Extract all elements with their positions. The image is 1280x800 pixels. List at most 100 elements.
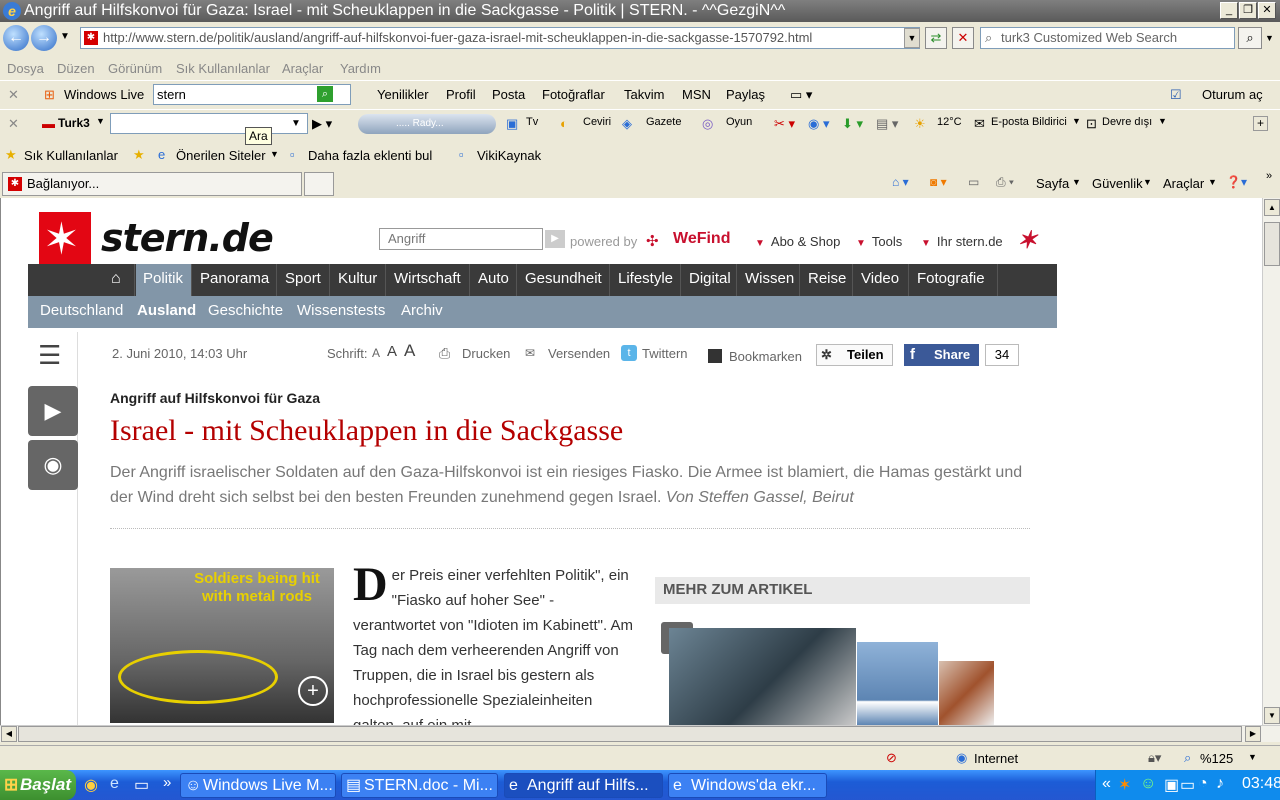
turk3-dropdown-icon[interactable]: ▼ [96,116,105,126]
zoom-icon[interactable]: + [298,676,328,706]
scroll-thumb[interactable] [1264,222,1280,266]
home-nav-icon[interactable]: ⌂ [108,264,135,296]
subnav-ausland[interactable]: Ausland [137,302,196,319]
rss-icon[interactable]: ◙ ▾ [930,175,947,189]
protected-mode-icon[interactable]: 🔒︎▾ [1148,750,1161,766]
nav-kultur[interactable]: Kultur [331,264,386,296]
article-image[interactable]: Soldiers being hit with metal rods + [110,568,334,723]
cmd-security[interactable]: Güvenlik [1092,176,1143,191]
subnav-deutschland[interactable]: Deutschland [40,302,123,319]
subnav-wissenstests[interactable]: Wissenstests [297,302,385,319]
nav-fotografie[interactable]: Fotografie [910,264,998,296]
suggested-dropdown-icon[interactable]: ▼ [270,149,279,159]
radio-player[interactable]: ..... Rady... [358,114,496,134]
abo-shop-link[interactable]: ▼ Abo & Shop [755,234,840,249]
site-logo-text[interactable]: stern.de [101,216,274,260]
checkbox-icon[interactable]: ☑ [1170,87,1182,103]
nav-gesundheit[interactable]: Gesundheit [518,264,610,296]
scroll-down-icon[interactable]: ▼ [1264,707,1280,724]
hamburger-menu-icon[interactable]: ☰ [38,342,61,368]
signin-link[interactable]: Oturum aç [1202,87,1263,102]
tools-link[interactable]: ▼ Tools [856,234,902,249]
tray-network-icon[interactable]: ▣ [1164,775,1179,795]
home-icon[interactable]: ⌂ ▾ [892,175,909,189]
nav-sport[interactable]: Sport [278,264,330,296]
print-icon[interactable]: ⎙ ▾ [996,175,1014,190]
gallery-image-2[interactable] [857,642,938,725]
tv-button[interactable]: Tv [526,116,538,128]
weather-temp[interactable]: 12°C [937,116,962,128]
windows-live-brand[interactable]: Windows Live [64,87,144,102]
security-dropdown-icon[interactable]: ▼ [1143,177,1152,187]
nav-wirtschaft[interactable]: Wirtschaft [387,264,470,296]
tray-wifi-icon[interactable]: ◔ [1198,775,1208,793]
address-bar[interactable]: ✱ http://www.stern.de/politik/ausland/an… [80,27,920,49]
subnav-archiv[interactable]: Archiv [401,302,443,319]
clock[interactable]: 03:48 [1242,775,1280,793]
add-toolbar-icon[interactable]: + [1253,116,1268,131]
live-item-share[interactable]: Paylaş [726,87,765,102]
scroll-up-icon[interactable]: ▲ [1264,199,1280,216]
wefind-logo[interactable]: WeFind [673,230,730,248]
task-ie-active[interactable]: e Angriff auf Hilfs... [504,773,663,798]
chevron-more-icon[interactable]: » [1266,170,1272,182]
live-item-calendar[interactable]: Takvim [624,87,664,102]
cmd-tools[interactable]: Araçlar [1163,176,1204,191]
nav-reise[interactable]: Reise [801,264,853,296]
nav-panorama[interactable]: Panorama [193,264,277,296]
live-item-news[interactable]: Yenilikler [377,87,429,102]
teilen-button[interactable]: ✲ Teilen [816,344,893,366]
gallery-image-3[interactable] [939,661,994,725]
download-icon[interactable]: ⬇ ▾ [842,116,863,132]
menu-view[interactable]: Görünüm [108,61,162,76]
search-options-icon[interactable]: ▼ [1265,33,1274,43]
tray-volume-icon[interactable]: ♪ [1216,775,1224,793]
stern-tv-logo-icon[interactable]: ✶ [1017,226,1037,255]
tray-expand-icon[interactable]: « [1102,775,1111,793]
scroll-left-icon[interactable]: ◀ [1,726,17,742]
subnav-geschichte[interactable]: Geschichte [208,302,283,319]
page-dropdown-icon[interactable]: ▼ [1072,177,1081,187]
mail-read-icon[interactable]: ▭ [968,175,979,189]
video-camera-icon[interactable]: ▶ [28,386,78,436]
drucken-link[interactable]: Drucken [462,346,510,361]
gallery-image-1[interactable] [669,628,856,725]
offline-button[interactable]: Devre dışı [1102,116,1152,128]
live-search-go-icon[interactable]: ⌕ [317,86,333,102]
offline-dropdown-icon[interactable]: ▼ [1158,116,1167,126]
start-button[interactable]: ⊞ Başlat [0,770,76,800]
stop-icon[interactable]: ✕ [952,27,974,49]
translate-button[interactable]: Ceviri [583,116,611,128]
toolbar-close-icon[interactable]: ✕ [8,116,19,132]
ihr-stern-link[interactable]: ▼ Ihr stern.de [921,234,1003,249]
mail-notifier[interactable]: E-posta Bildirici [991,116,1067,128]
menu-favorites[interactable]: Sık Kullanılanlar [176,61,270,76]
desktop-icon[interactable]: ▭ [134,775,149,795]
vertical-scrollbar[interactable]: ▲ ▼ [1262,198,1280,725]
search-input[interactable]: ⌕ turk3 Customized Web Search [980,27,1235,49]
address-dropdown-icon[interactable]: ▼ [904,28,920,48]
nav-video[interactable]: Video [854,264,909,296]
maximize-button[interactable]: ❐ [1239,2,1257,19]
zoom-level[interactable]: %125 [1200,751,1233,766]
live-item-profile[interactable]: Profil [446,87,476,102]
refresh-icon[interactable]: ⇄ [925,27,947,49]
tray-monitor-icon[interactable]: ▭ [1180,775,1195,795]
twittern-link[interactable]: Twittern [642,346,688,361]
site-search-go-icon[interactable]: ▶ [545,230,565,248]
tools-icon[interactable]: ✂ ▾ [774,116,795,132]
nav-lifestyle[interactable]: Lifestyle [611,264,681,296]
fav-more-addons[interactable]: Daha fazla eklenti bul [308,148,432,163]
popup-blocked-icon[interactable]: ⊘ [886,750,897,766]
tray-app-icon[interactable]: ✶ [1118,775,1131,795]
help-icon[interactable]: ❓▾ [1226,175,1247,189]
history-dropdown-icon[interactable]: ▼ [60,31,70,42]
facebook-share-button[interactable]: f Share [904,344,979,366]
search-go-icon[interactable]: ⌕ [1238,27,1262,49]
add-favorite-icon[interactable]: ★ [133,147,145,163]
site-search-input[interactable]: Angriff [379,228,543,250]
game-button[interactable]: Oyun [726,116,752,128]
chrome-icon[interactable]: ◉ [84,775,98,795]
nav-digital[interactable]: Digital [682,264,737,296]
h-scroll-thumb[interactable] [18,726,1242,742]
